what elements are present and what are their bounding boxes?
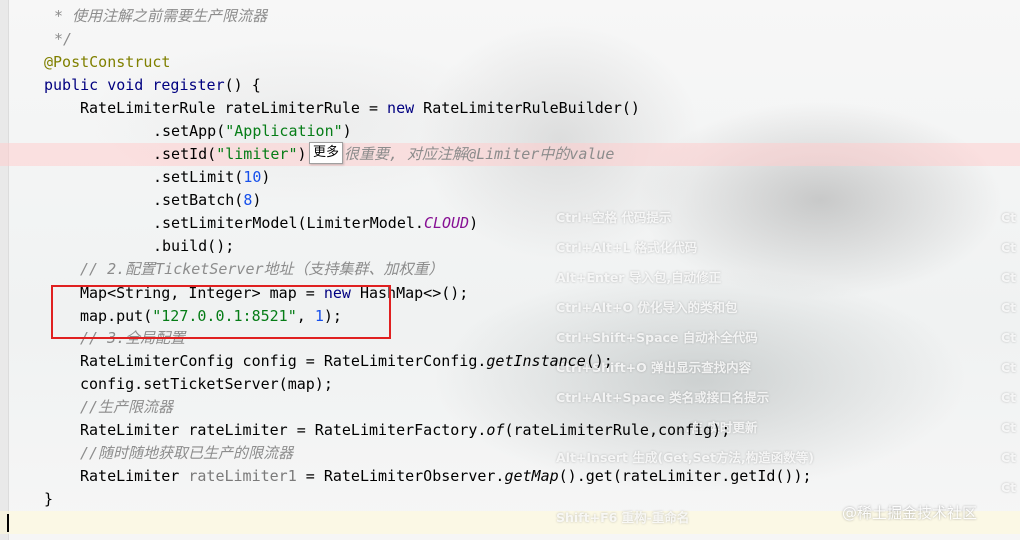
code-text: ) (469, 214, 479, 232)
code-text: ) (252, 191, 262, 209)
code-line[interactable]: .setLimiterModel(LimiterModel.CLOUD) (153, 212, 478, 235)
shortcut-tip-cut: Ct (1001, 450, 1017, 465)
code-line[interactable]: // 2.配置TicketServer地址（支持集群、加权重） (80, 258, 444, 281)
shortcut-tip-cut: Ct (1001, 360, 1017, 375)
code-line[interactable]: RateLimiter rateLimiter = RateLimiterFac… (80, 419, 730, 442)
shortcut-tip-cut: Ct (1001, 390, 1017, 405)
shortcut-tip-cut: Ct (1001, 420, 1017, 435)
code-line[interactable]: .setBatch(8) (153, 189, 261, 212)
keyword: new (387, 99, 415, 117)
code-text: RateLimiter (80, 467, 189, 485)
code-line[interactable]: .setId("limiter") (153, 143, 307, 166)
code-text: ().get(rateLimiter.getId()); (558, 467, 812, 485)
shortcut-tip: Ctrl+Alt+O 优化导入的类和包 (556, 300, 738, 315)
code-text: (rateLimiterRule,config); (504, 421, 731, 439)
code-text: ) (297, 145, 307, 163)
code-line[interactable]: //生产限流器 (80, 396, 173, 419)
code-text: ) (261, 168, 271, 186)
code-line[interactable]: //随时随地获取已生产的限流器 (80, 442, 293, 465)
method-name: register (152, 76, 225, 94)
code-text: .setApp( (153, 122, 226, 140)
code-line[interactable]: .build(); (153, 235, 234, 258)
code-line[interactable]: RateLimiterRule rateLimiterRule = new Ra… (80, 97, 640, 120)
code-text: .setLimit( (153, 168, 244, 186)
keyword: void (107, 76, 144, 94)
code-text: .setBatch( (153, 191, 244, 209)
shortcut-tip-cut: Ct (1001, 300, 1017, 315)
number-literal: 8 (243, 191, 253, 209)
code-text: RateLimiterRule rateLimiterRule = (80, 99, 388, 117)
shortcut-tip: Shift+F6 重构-重命名 (556, 510, 690, 525)
shortcut-tip: Ctrl+空格 代码提示 (556, 210, 672, 225)
code-text: RateLimiterRuleBuilder() (414, 99, 640, 117)
shortcut-tip: Ctrl+Alt+Space 类名或接口名提示 (556, 390, 770, 405)
watermark: @稀土掘金技术社区 (842, 504, 978, 522)
code-text: () { (224, 76, 261, 94)
number-literal: 10 (243, 168, 262, 186)
code-line[interactable]: RateLimiterConfig config = RateLimiterCo… (80, 350, 613, 373)
editor-gutter (0, 0, 9, 540)
code-line[interactable]: .setLimit(10) (153, 166, 270, 189)
shortcut-tip-cut: Ct (1001, 330, 1017, 345)
code-text: = RateLimiterObserver. (296, 467, 505, 485)
code-line[interactable]: .setApp("Application") (153, 120, 352, 143)
code-text: (); (585, 352, 613, 370)
code-comment: 很重要, 对应注解@Limiter中的value (344, 145, 615, 163)
code-text: RateLimiterConfig config = RateLimiterCo… (80, 352, 487, 370)
code-line[interactable]: */ (54, 28, 72, 51)
static-method: of (486, 421, 505, 439)
shortcut-tip-cut: Ct (1001, 210, 1017, 225)
text-caret (7, 514, 9, 532)
string-literal: "Application" (225, 122, 343, 140)
string-literal: "limiter" (216, 145, 298, 163)
keyword: public (44, 76, 99, 94)
code-line[interactable]: RateLimiter rateLimiter1 = RateLimiterOb… (80, 465, 812, 488)
shortcut-tip-cut: Ct (1001, 480, 1017, 495)
red-highlight-box (51, 285, 391, 339)
code-text: .setLimiterModel(LimiterModel. (153, 214, 424, 232)
shortcut-tip: Ctrl+Shift+Space 自动补全代码 (556, 330, 758, 345)
code-text: ) (342, 122, 352, 140)
code-line[interactable]: @PostConstruct (44, 51, 170, 74)
shortcut-tip: Alt+Enter 导入包,自动修正 (556, 270, 722, 285)
code-line[interactable]: * 使用注解之前需要生产限流器 (54, 5, 267, 28)
shortcut-tip-cut: Ct (1001, 240, 1017, 255)
code-text: .setId( (153, 145, 217, 163)
enum-constant: CLOUD (423, 214, 470, 232)
unused-variable: rateLimiter1 (188, 467, 297, 485)
code-line[interactable]: config.setTicketServer(map); (80, 373, 333, 396)
static-method: getInstance (486, 352, 586, 370)
code-text: RateLimiter rateLimiter = RateLimiterFac… (80, 421, 487, 439)
shortcut-tip-cut: Ct (1001, 270, 1017, 285)
static-method: getMap (504, 467, 559, 485)
more-tooltip[interactable]: 更多 (309, 142, 344, 164)
code-line[interactable]: public void register() { (44, 74, 261, 97)
code-line[interactable]: } (44, 488, 53, 511)
shortcut-tip: Ctrl+Alt+L 格式化代码 (556, 240, 698, 255)
